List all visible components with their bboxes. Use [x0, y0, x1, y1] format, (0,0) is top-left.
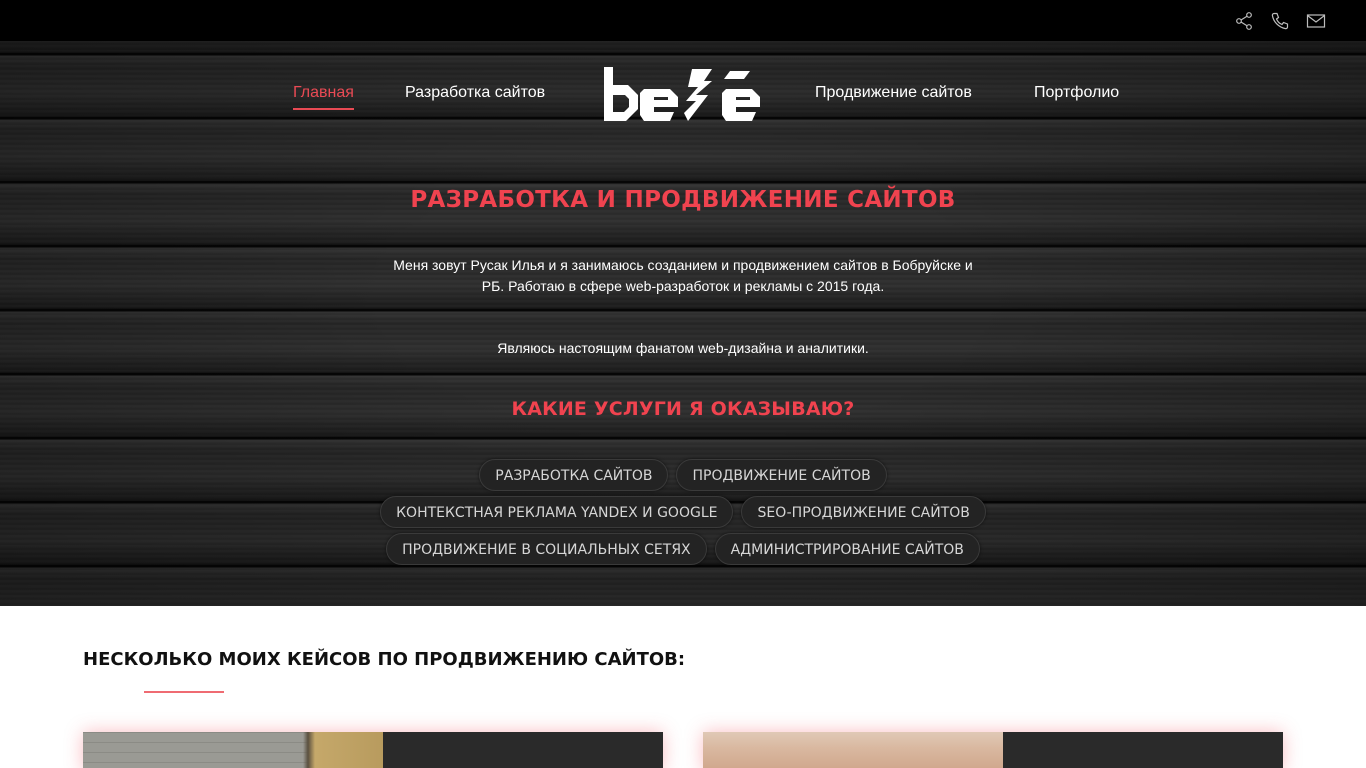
service-tag-smm[interactable]: ПРОДВИЖЕНИЕ В СОЦИАЛЬНЫХ СЕТЯХ: [386, 533, 707, 565]
nav-item-portfolio[interactable]: Портфолио: [1034, 84, 1119, 102]
services-row: РАЗРАБОТКА САЙТОВ ПРОДВИЖЕНИЕ САЙТОВ: [333, 459, 1033, 491]
service-tag-web-development[interactable]: РАЗРАБОТКА САЙТОВ: [479, 459, 669, 491]
case-thumbnail: [83, 732, 383, 768]
service-tag-administration[interactable]: АДМИНИСТРИРОВАНИЕ САЙТОВ: [714, 533, 980, 565]
intro-text-2: Являюсь настоящим фанатом web-дизайна и …: [497, 340, 869, 356]
cases-title: НЕСКОЛЬКО МОИХ КЕЙСОВ ПО ПРОДВИЖЕНИЮ САЙ…: [83, 649, 686, 670]
top-utility-bar: [0, 0, 1366, 41]
cases-section: НЕСКОЛЬКО МОИХ КЕЙСОВ ПО ПРОДВИЖЕНИЮ САЙ…: [0, 606, 1366, 768]
case-card[interactable]: [83, 732, 663, 768]
phone-icon[interactable]: [1270, 11, 1290, 31]
case-card[interactable]: [703, 732, 1283, 768]
services-title: КАКИЕ УСЛУГИ Я ОКАЗЫВАЮ?: [511, 398, 855, 420]
mail-icon[interactable]: [1306, 11, 1326, 31]
hero-section: Главная Разработка сайтов Продвижение са…: [0, 41, 1366, 606]
service-tag-seo[interactable]: SEO-ПРОДВИЖЕНИЕ САЙТОВ: [741, 496, 986, 528]
nav-item-home[interactable]: Главная: [293, 84, 354, 110]
service-tag-promotion[interactable]: ПРОДВИЖЕНИЕ САЙТОВ: [676, 459, 887, 491]
cases-title-underline: [144, 691, 224, 693]
hero-title: РАЗРАБОТКА И ПРОДВИЖЕНИЕ САЙТОВ: [410, 187, 956, 213]
services-tags: РАЗРАБОТКА САЙТОВ ПРОДВИЖЕНИЕ САЙТОВ КОН…: [333, 459, 1033, 570]
site-logo[interactable]: [600, 65, 766, 123]
top-contact-icons: [1234, 11, 1326, 31]
nav-item-web-development[interactable]: Разработка сайтов: [405, 84, 545, 102]
main-nav: Главная Разработка сайтов Продвижение са…: [0, 41, 1366, 141]
share-icon[interactable]: [1234, 11, 1254, 31]
services-row: ПРОДВИЖЕНИЕ В СОЦИАЛЬНЫХ СЕТЯХ АДМИНИСТР…: [333, 533, 1033, 565]
intro-text: Меня зовут Русак Илья и я занимаюсь созд…: [393, 257, 973, 294]
case-thumbnail: [703, 732, 1003, 768]
nav-item-seo[interactable]: Продвижение сайтов: [815, 84, 972, 102]
service-tag-context-ads[interactable]: КОНТЕКСТНАЯ РЕКЛАМА YANDEX И GOOGLE: [380, 496, 734, 528]
services-row: КОНТЕКСТНАЯ РЕКЛАМА YANDEX И GOOGLE SEO-…: [333, 496, 1033, 528]
